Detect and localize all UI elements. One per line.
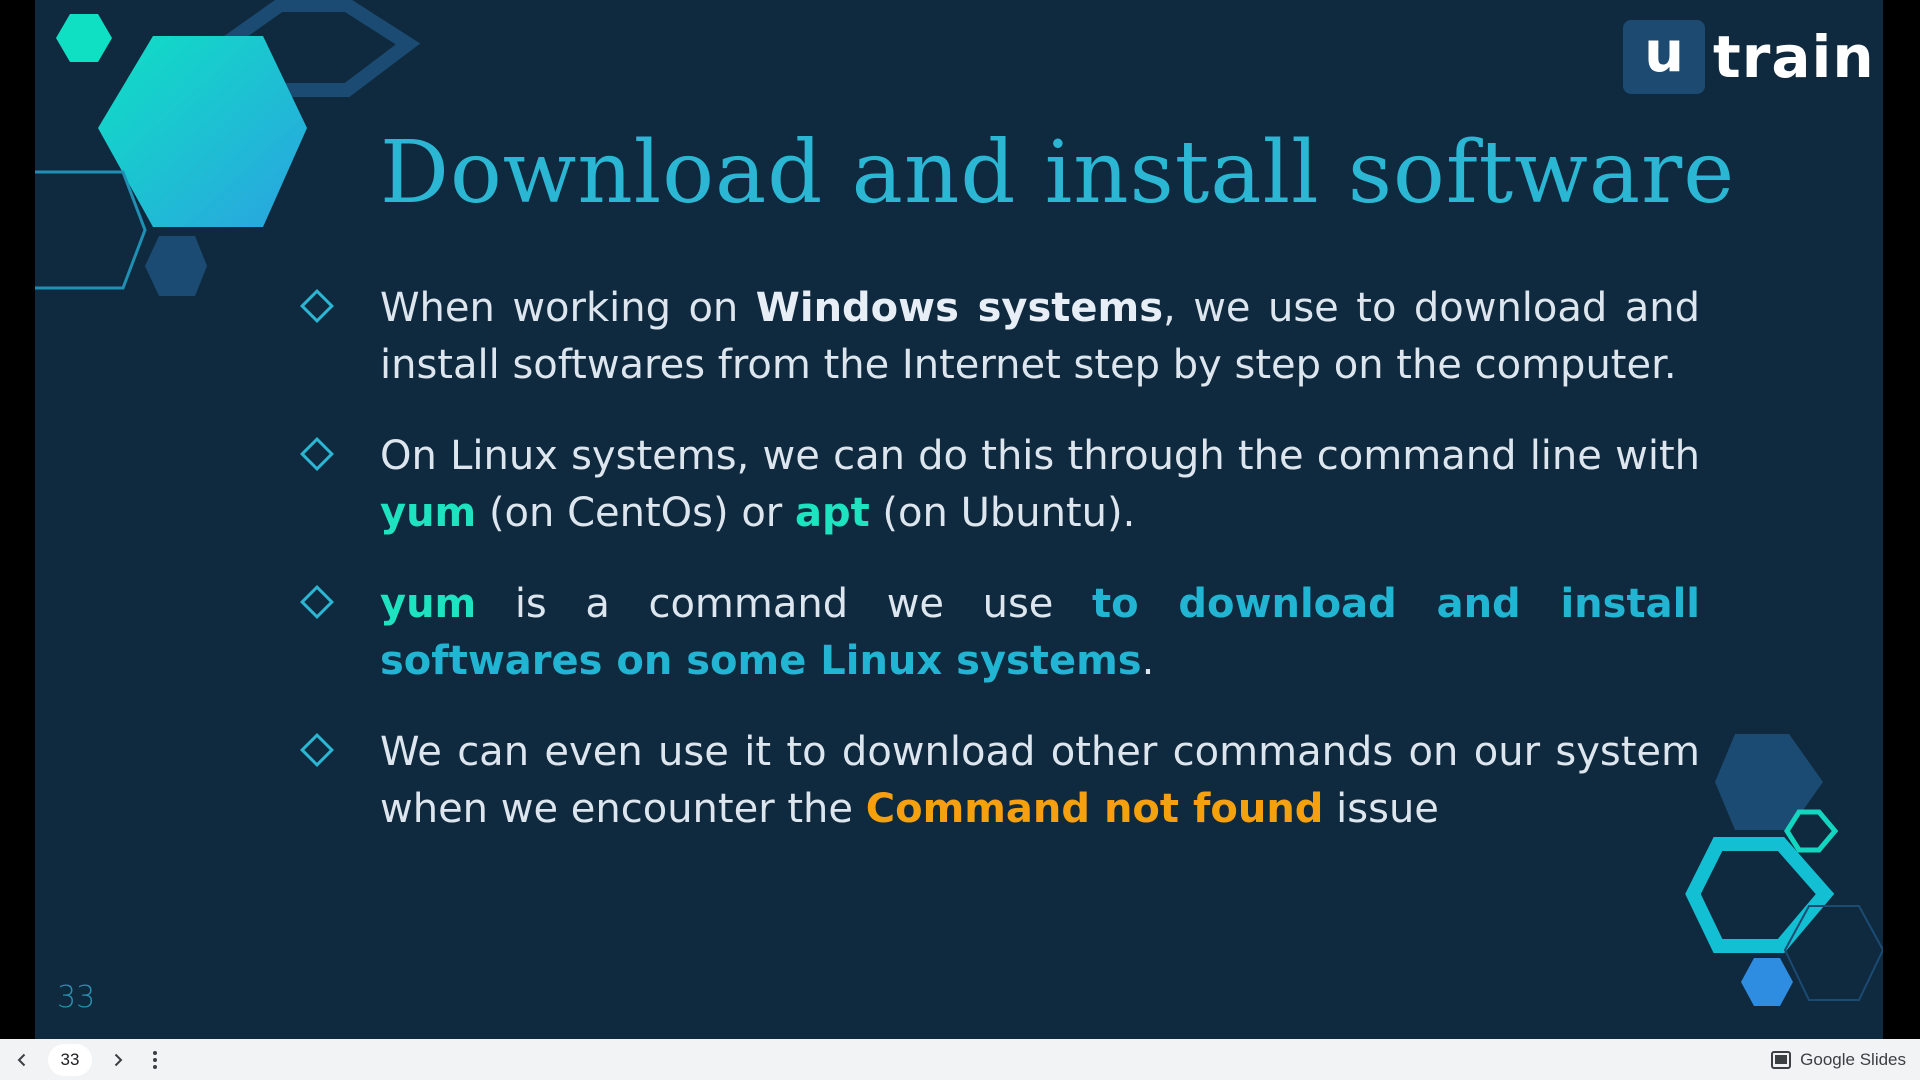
- player-toolbar: 33 Google Slides: [0, 1039, 1920, 1080]
- hexagon-shape: [1741, 958, 1793, 1006]
- text-segment: issue: [1323, 786, 1439, 832]
- slide-title: Download and install software: [380, 123, 1736, 223]
- hexagon-shape: [35, 170, 147, 290]
- bullet-text: On Linux systems, we can do this through…: [380, 428, 1700, 542]
- bullet-item: We can even use it to download other com…: [290, 724, 1730, 838]
- text-segment: When working on: [380, 285, 756, 331]
- slides-icon: [1771, 1050, 1792, 1069]
- bullet-item: On Linux systems, we can do this through…: [290, 428, 1730, 542]
- bullet-text: When working on Windows systems, we use …: [380, 280, 1700, 394]
- slide-number: 33: [57, 980, 96, 1015]
- hexagon-shape: [56, 14, 112, 62]
- highlight-command-not-found: Command not found: [865, 786, 1324, 832]
- hexagon-shape: [98, 36, 307, 227]
- next-slide-button[interactable]: [96, 1039, 140, 1080]
- chevron-left-icon: [17, 1053, 26, 1066]
- diamond-bullet-icon: [300, 585, 334, 619]
- bullet-list: When working on Windows systems, we use …: [290, 280, 1730, 872]
- slide-canvas: u train Download and install software Wh…: [35, 0, 1883, 1039]
- highlight-apt: apt: [794, 490, 870, 536]
- google-slides-link[interactable]: Google Slides: [1771, 1039, 1906, 1080]
- hexagon-shape: [1783, 905, 1883, 1001]
- text-segment: (on Ubuntu).: [869, 490, 1136, 536]
- brand-label: Google Slides: [1800, 1049, 1906, 1069]
- highlight-yum: yum: [380, 581, 477, 627]
- logo-u-badge: u: [1623, 20, 1705, 94]
- page-number-indicator[interactable]: 33: [48, 1043, 92, 1076]
- diamond-bullet-icon: [300, 289, 334, 323]
- hexagon-shape: [145, 236, 207, 296]
- more-vert-icon: [153, 1050, 157, 1069]
- highlight-yum: yum: [380, 490, 477, 536]
- diamond-bullet-icon: [300, 437, 334, 471]
- hexagon-shape: [213, 0, 421, 97]
- logo-wordmark: train: [1713, 23, 1875, 91]
- chevron-right-icon: [114, 1053, 123, 1066]
- text-segment: On Linux systems, we can do this through…: [380, 433, 1700, 479]
- hexagon-shape: [1784, 809, 1839, 853]
- utrain-logo: u train: [1623, 20, 1875, 94]
- text-segment: (on CentOs) or: [476, 490, 795, 536]
- prev-slide-button[interactable]: [0, 1039, 44, 1080]
- more-options-button[interactable]: [140, 1039, 170, 1080]
- bullet-item: yum is a command we use to download and …: [290, 576, 1730, 690]
- bullet-text: yum is a command we use to download and …: [380, 576, 1700, 690]
- bullet-text: We can even use it to download other com…: [380, 724, 1700, 838]
- diamond-bullet-icon: [300, 733, 334, 767]
- hexagon-shape: [1715, 734, 1823, 830]
- highlight-windows-systems: Windows systems: [755, 285, 1164, 331]
- text-segment: is a command we use: [476, 581, 1093, 627]
- bullet-item: When working on Windows systems, we use …: [290, 280, 1730, 394]
- text-segment: .: [1141, 638, 1155, 684]
